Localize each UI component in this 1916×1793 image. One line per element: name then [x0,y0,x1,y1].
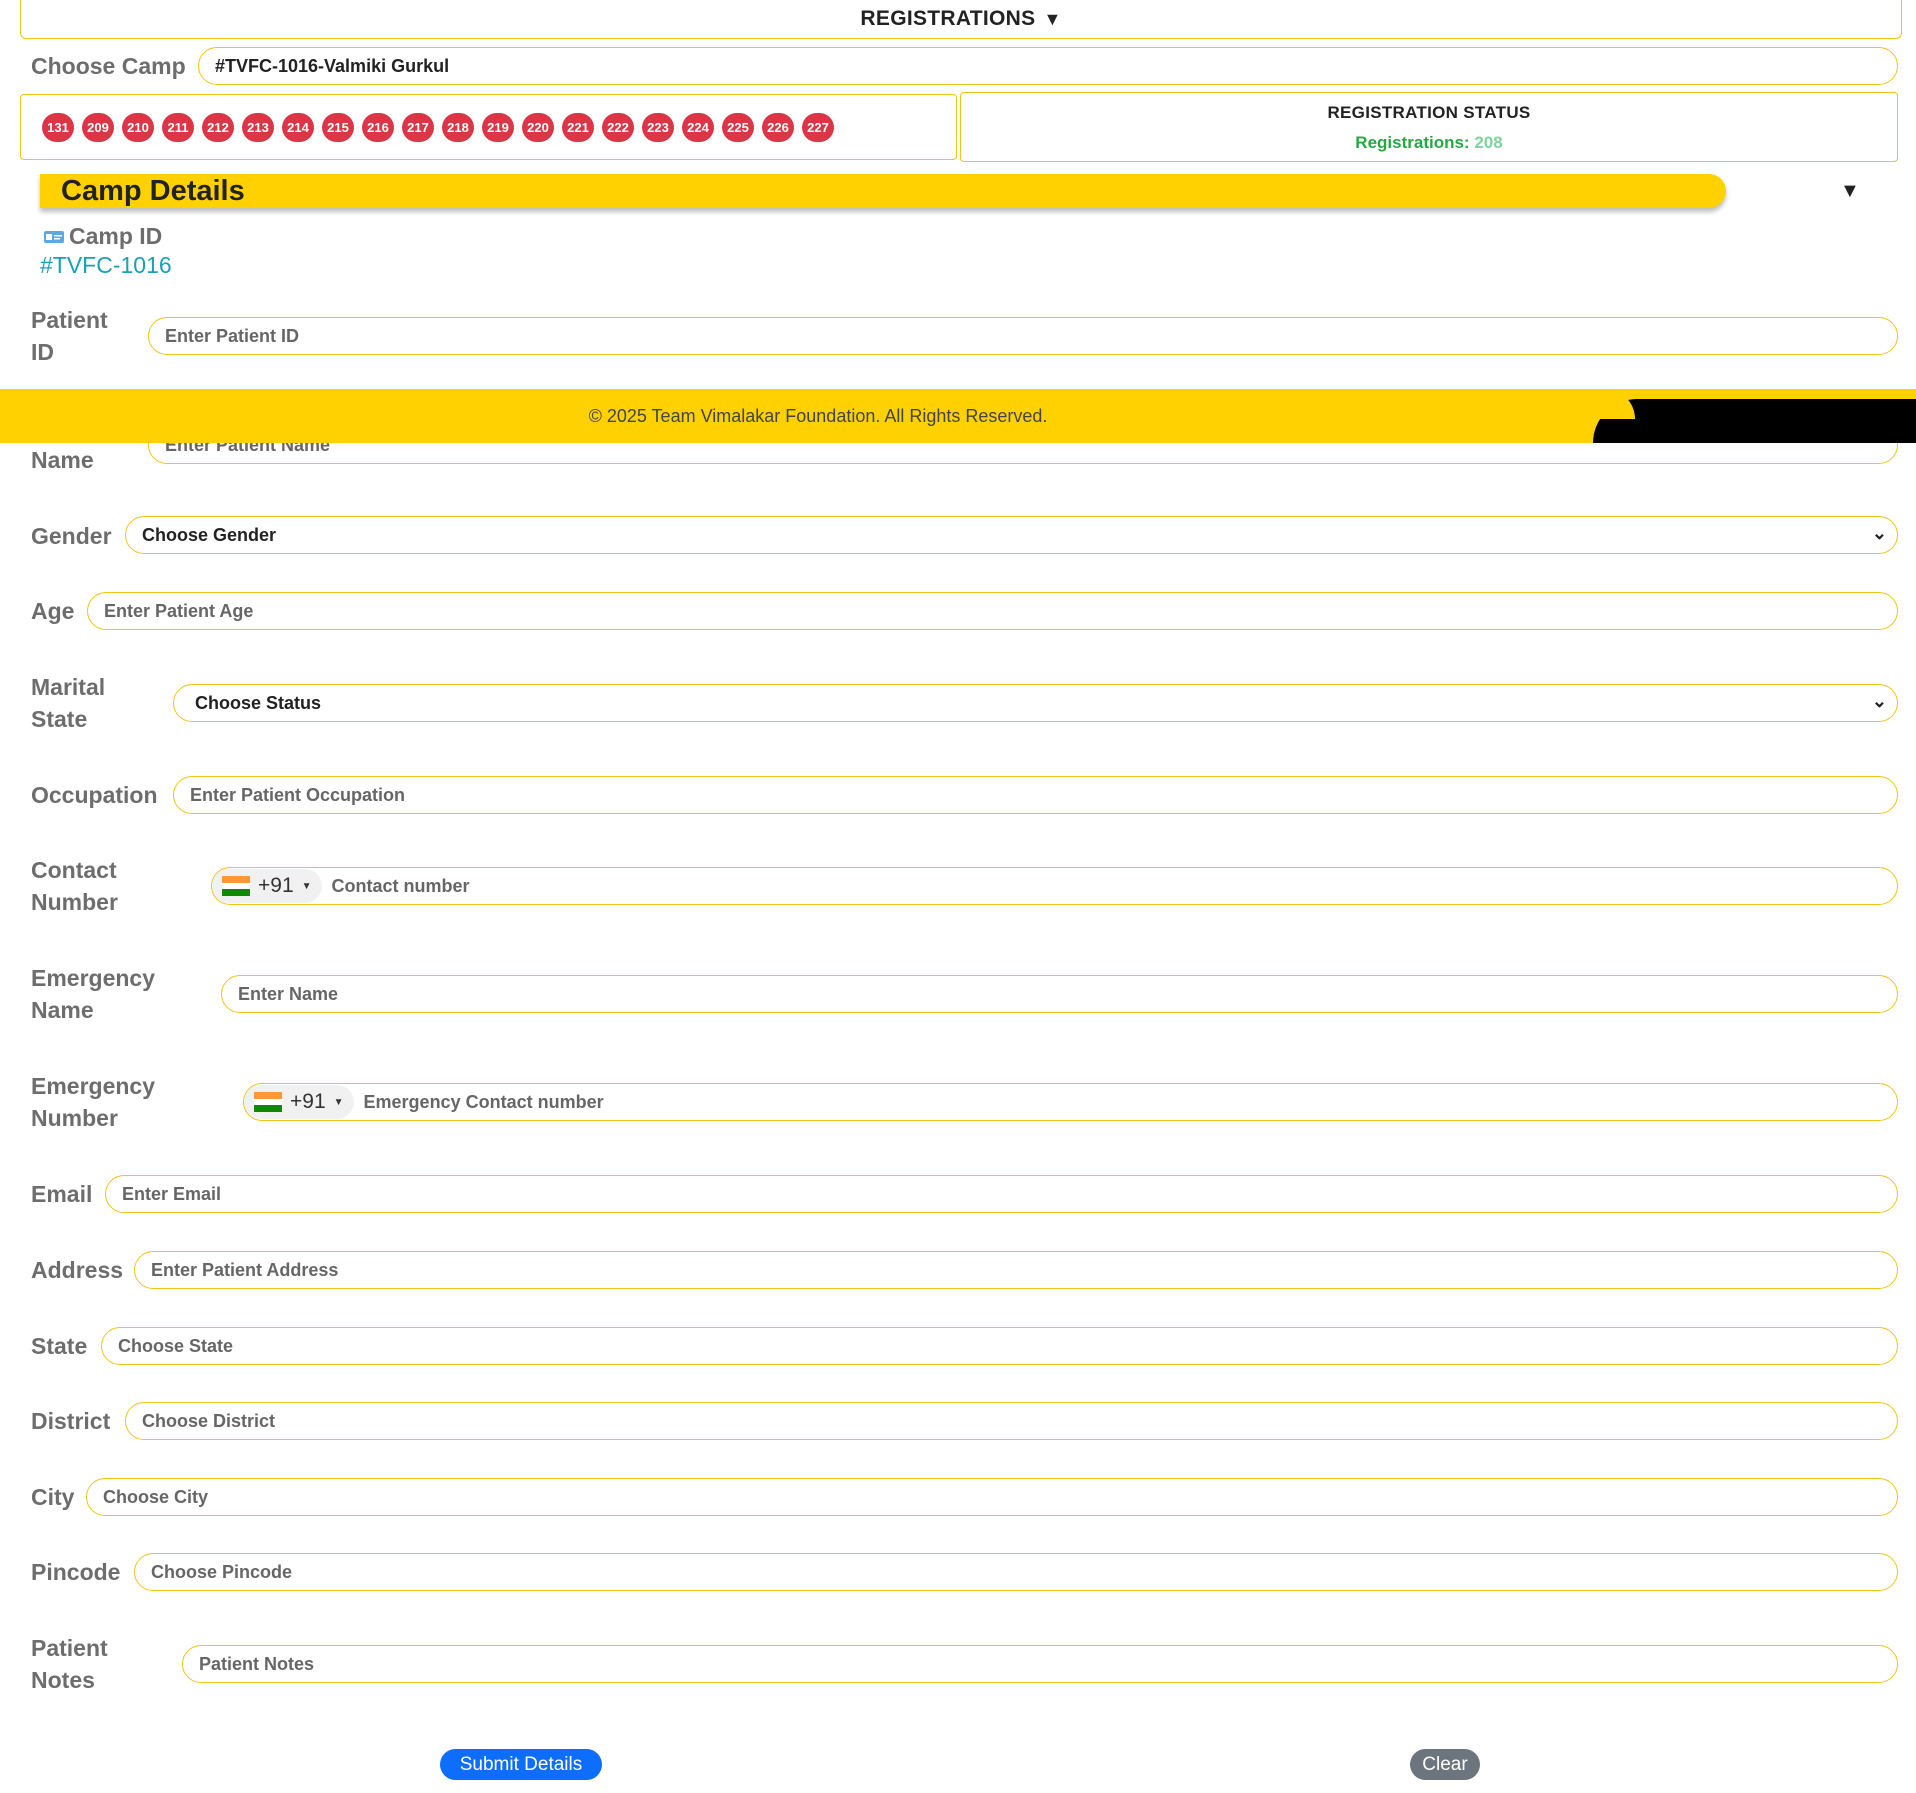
age-input[interactable]: Enter Patient Age [87,592,1898,630]
camp-details-title: Camp Details [61,174,245,207]
token-badge[interactable]: 214 [282,112,314,142]
clear-button[interactable]: Clear [1410,1749,1480,1780]
camp-id-label: Camp ID [69,223,163,249]
token-badge[interactable]: 224 [682,112,714,142]
registrations-label: Registrations: [1355,133,1470,152]
token-badge[interactable]: 226 [762,112,794,142]
email-label: Email [31,1181,93,1207]
country-code-select[interactable]: +91 ▼ [212,869,322,903]
gender-select-value: Choose Gender [142,524,277,545]
email-input[interactable]: Enter Email [105,1175,1898,1213]
token-badge[interactable]: 212 [202,112,234,142]
registrations-count: 208 [1474,133,1503,152]
india-flag-icon [222,876,250,897]
registration-status-title: REGISTRATION STATUS [1327,103,1531,122]
id-card-icon [44,230,64,243]
registrations-header[interactable]: REGISTRATIONS ▼ [20,0,1902,39]
occupation-input[interactable]: Enter Patient Occupation [173,776,1898,814]
age-label: Age [31,598,75,624]
camp-details-bar[interactable]: Camp Details [40,174,1726,208]
chevron-down-icon: ⌄ [1871,691,1887,711]
token-badge[interactable]: 223 [642,112,674,142]
patient-id-input[interactable]: Enter Patient ID [148,317,1898,355]
patient-id-label-1: Patient [31,307,108,333]
token-badge[interactable]: 217 [402,112,434,142]
district-label: District [31,1408,111,1434]
footer-black-shape [1593,399,1916,443]
country-code-select[interactable]: +91 ▼ [244,1085,354,1119]
camp-id-value: #TVFC-1016 [40,252,172,278]
city-label: City [31,1484,75,1510]
marital-label-1: Marital [31,674,106,700]
marital-status-value: Choose Status [195,692,322,713]
country-code: +91 [258,874,294,897]
contact-label-2: Number [31,889,118,915]
state-label: State [31,1333,88,1359]
token-badge[interactable]: 211 [162,112,194,142]
registration-status-panel: REGISTRATION STATUS Registrations: 208 [960,92,1898,162]
state-input[interactable]: Choose State [101,1327,1898,1365]
address-label: Address [31,1257,124,1283]
emergency-number-placeholder: Emergency Contact number [363,1091,604,1112]
caret-down-icon: ▼ [301,880,312,892]
district-input[interactable]: Choose District [125,1402,1898,1440]
country-code: +91 [290,1090,326,1113]
emergency-number-input[interactable]: +91 ▼ Emergency Contact number [243,1083,1898,1121]
token-badge[interactable]: 209 [82,112,114,142]
patient-id-label-2: ID [31,339,54,365]
token-badge[interactable]: 222 [602,112,634,142]
emergency-number-label-2: Number [31,1105,118,1131]
patient-notes-input[interactable]: Patient Notes [182,1645,1898,1683]
gender-select[interactable]: Choose Gender ⌄ [125,516,1898,554]
caret-down-icon[interactable]: ▼ [1840,180,1860,203]
emergency-name-label-1: Emergency [31,965,156,991]
token-badge[interactable]: 213 [242,112,274,142]
emergency-name-input[interactable]: Enter Name [221,975,1898,1013]
marital-status-select[interactable]: Choose Status ⌄ [173,684,1898,722]
patient-notes-label-2: Notes [31,1667,95,1693]
submit-details-button[interactable]: Submit Details [440,1749,602,1780]
gender-label: Gender [31,523,112,549]
choose-camp-label: Choose Camp [31,53,186,79]
token-badge[interactable]: 227 [802,112,834,142]
contact-number-placeholder: Contact number [331,875,470,896]
name-label: Name [31,447,94,473]
occupation-label: Occupation [31,782,158,808]
token-badge[interactable]: 131 [42,112,74,142]
marital-label-2: State [31,706,88,732]
patient-notes-label-1: Patient [31,1635,108,1661]
footer-copyright: © 2025 Team Vimalakar Foundation. All Ri… [588,405,1048,426]
city-input[interactable]: Choose City [86,1478,1898,1516]
camp-id-heading: Camp ID [43,223,162,250]
choose-camp-select[interactable]: #TVFC-1016-Valmiki Gurkul [198,47,1898,85]
contact-number-input[interactable]: +91 ▼ Contact number [211,867,1898,905]
token-badge[interactable]: 219 [482,112,514,142]
token-list: 131 209 210 211 212 213 214 215 216 217 … [20,94,957,160]
pincode-input[interactable]: Choose Pincode [134,1553,1898,1591]
emergency-name-label-2: Name [31,997,94,1023]
india-flag-icon [254,1092,282,1113]
token-badge[interactable]: 216 [362,112,394,142]
address-input[interactable]: Enter Patient Address [134,1251,1898,1289]
contact-label-1: Contact [31,857,117,883]
emergency-number-label-1: Emergency [31,1073,156,1099]
header-title: REGISTRATIONS [860,7,1036,30]
caret-down-icon: ▼ [1043,8,1062,29]
token-badge[interactable]: 220 [522,112,554,142]
token-badge[interactable]: 210 [122,112,154,142]
token-badge[interactable]: 225 [722,112,754,142]
token-badge[interactable]: 215 [322,112,354,142]
chevron-down-icon: ⌄ [1871,523,1887,543]
token-badge[interactable]: 218 [442,112,474,142]
token-badge[interactable]: 221 [562,112,594,142]
pincode-label: Pincode [31,1559,121,1585]
caret-down-icon: ▼ [333,1096,344,1108]
